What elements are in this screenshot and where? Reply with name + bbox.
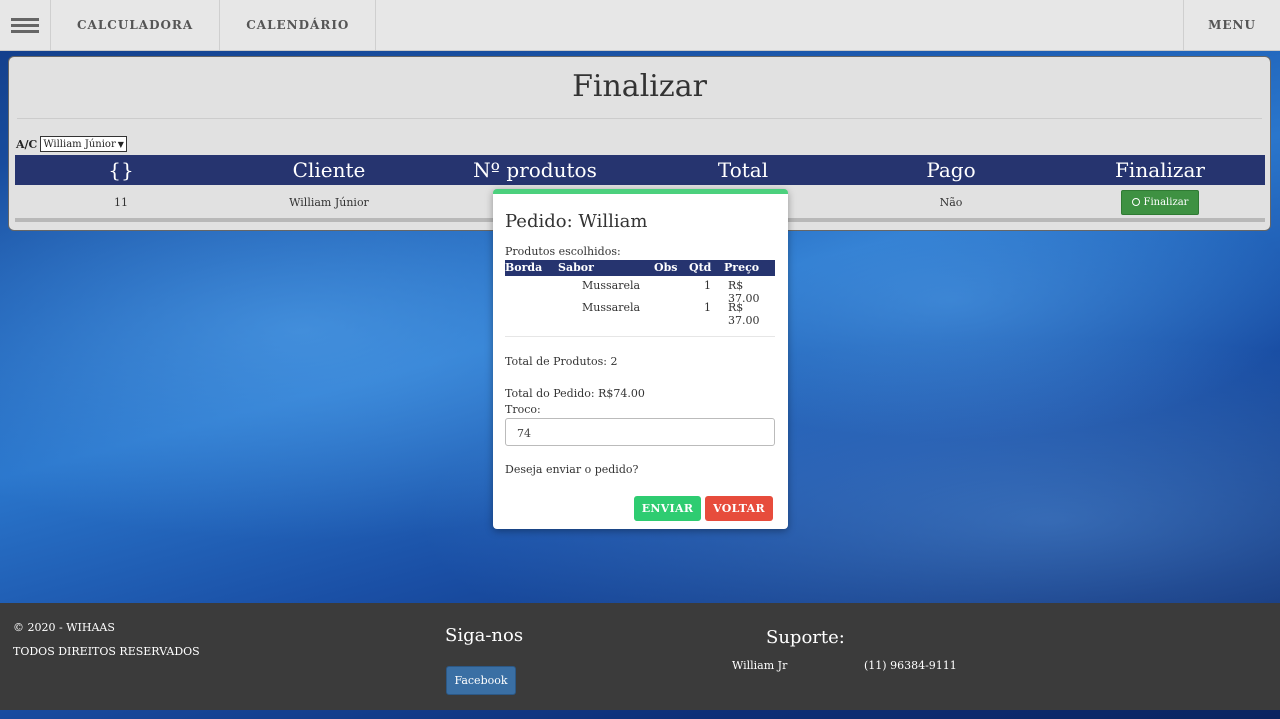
footer-rights: TODOS DIREITOS RESERVADOS [13,645,200,658]
cell-pago: Não [939,195,963,209]
item-qtd: 1 [704,279,711,292]
col-id: {} [108,158,134,182]
total-pedido: Total do Pedido: R$74.00 [505,387,645,400]
finalizar-button-label: Finalizar [1143,196,1189,208]
order-modal: Pedido: William Produtos escolhidos: Bor… [493,189,788,529]
power-icon [1131,198,1140,206]
item-preco: R$ 37.00 [728,301,760,327]
cell-finalizar: Finalizar [1055,189,1265,215]
item-qtd: 1 [704,301,711,314]
footer: © 2020 - WIHAAS TODOS DIREITOS RESERVADO… [0,603,1280,710]
divider [17,118,1262,119]
products-table-header: Borda Sabor Obs Qtd Preço [505,260,775,276]
facebook-button[interactable]: Facebook [446,666,516,695]
support-name: William Jr [732,659,788,672]
hamburger-menu-icon[interactable] [0,0,51,50]
col-finalizar: Finalizar [1115,158,1205,182]
col-cliente: Cliente [292,158,366,182]
ac-select-value: William Júnior [43,138,116,150]
list-item: Mussarela 1 R$ 37.00 [505,301,775,327]
footer-copyright: © 2020 - WIHAAS [13,621,115,634]
modal-subtitle: Produtos escolhidos: [505,245,621,258]
list-item: Mussarela 1 R$ 37.00 [505,279,775,305]
col-qtd: Qtd [689,261,712,274]
page-title: Finalizar [572,69,707,104]
chevron-down-icon: ▼ [117,139,124,149]
ac-label: A/C [16,137,38,151]
orders-table-header: {} Cliente Nº produtos Total Pago Finali… [15,155,1265,185]
support-phone: (11) 96384-9111 [864,659,957,672]
col-num-produtos: Nº produtos [473,158,597,182]
nav-calculadora[interactable]: CALCULADORA [51,0,221,50]
nav-calendario[interactable]: CALENDÁRIO [220,0,377,50]
back-button[interactable]: VOLTAR [705,496,773,521]
footer-support-title: Suporte: [766,627,845,648]
ac-filter: A/C William Júnior ▼ [16,136,127,152]
send-question: Deseja enviar o pedido? [505,463,639,476]
col-pago: Pago [926,158,976,182]
nav-menu[interactable]: MENU [1183,0,1280,50]
col-obs: Obs [654,261,678,274]
finalizar-button[interactable]: Finalizar [1120,189,1200,215]
send-button[interactable]: ENVIAR [634,496,701,521]
col-sabor: Sabor [558,261,594,274]
item-sabor: Mussarela [582,301,641,314]
col-total: Total [717,158,769,182]
top-navbar: CALCULADORA CALENDÁRIO MENU [0,0,1280,51]
troco-label: Troco: [505,403,541,416]
divider [505,336,775,337]
total-produtos: Total de Produtos: 2 [505,355,618,368]
ac-select[interactable]: William Júnior ▼ [40,136,127,152]
footer-follow-title: Siga-nos [445,625,524,646]
cell-cliente: William Júnior [289,195,369,209]
troco-input[interactable]: 74 [505,418,775,446]
modal-title: Pedido: William [505,211,648,232]
item-sabor: Mussarela [582,279,641,292]
col-borda: Borda [505,261,543,274]
cell-id: 11 [114,195,128,209]
col-preco: Preço [724,261,760,274]
